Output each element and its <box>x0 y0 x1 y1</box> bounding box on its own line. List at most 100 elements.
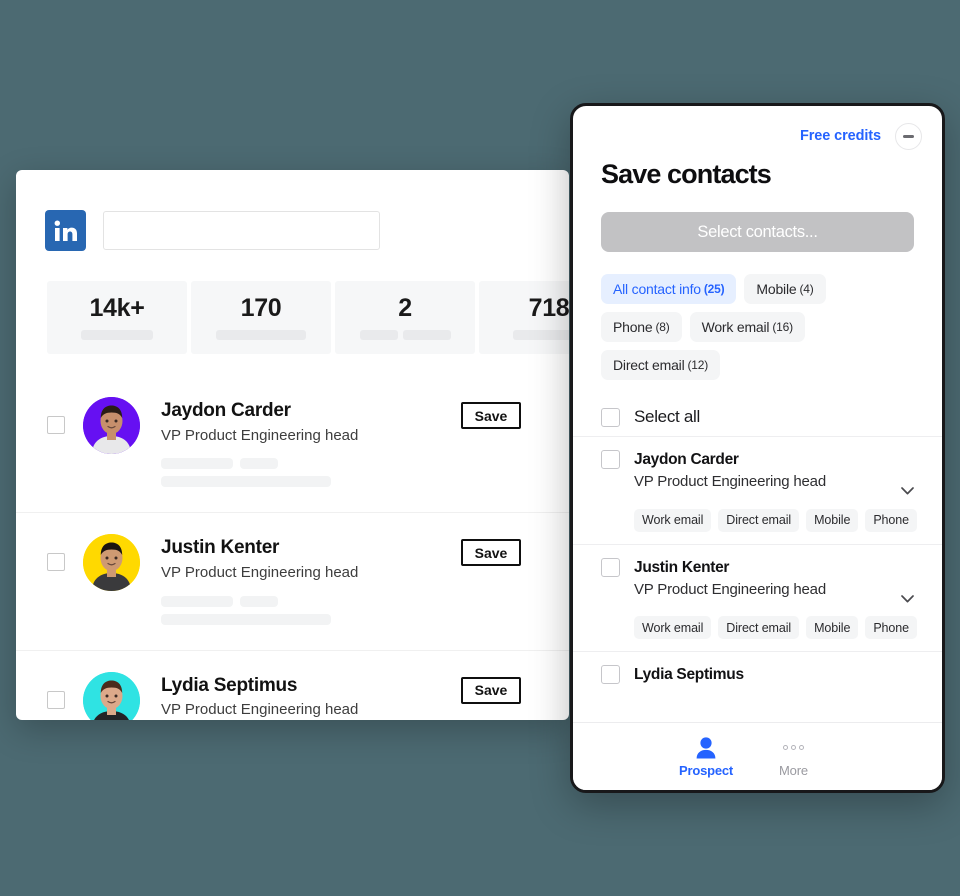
panel-topbar: Free credits <box>573 106 942 152</box>
contact-name: Lydia Septimus <box>634 666 744 684</box>
contact-tag-mobile[interactable]: Mobile <box>806 616 859 640</box>
contact-info: Jaydon Carder VP Product Engineering head <box>634 450 920 492</box>
chevron-down-icon[interactable] <box>901 594 914 603</box>
select-all-row[interactable]: Select all <box>573 380 942 432</box>
nav-item-label: Prospect <box>679 762 734 778</box>
contact-tag-mobile[interactable]: Mobile <box>806 508 859 532</box>
select-all-checkbox[interactable] <box>601 407 620 427</box>
linkedin-header <box>16 170 569 251</box>
linkedin-row-checkbox[interactable] <box>47 553 65 572</box>
filter-chip-direct-email[interactable]: Direct email (12) <box>601 350 721 380</box>
nav-item-prospect[interactable]: Prospect <box>679 736 733 778</box>
stat-card: 718 <box>479 281 569 354</box>
bottom-nav: Prospect More <box>573 722 942 790</box>
ellipsis-icon <box>782 736 804 760</box>
linkedin-person-placeholder <box>161 595 538 625</box>
filter-chip-label: Mobile <box>756 281 797 297</box>
contact-checkbox[interactable] <box>601 665 620 685</box>
linkedin-stats-row: 14k+ 170 2 718 <box>16 251 569 354</box>
save-button[interactable]: Save <box>461 539 521 567</box>
stat-value: 718 <box>528 293 569 322</box>
avatar <box>83 534 140 592</box>
stat-value: 2 <box>398 293 412 322</box>
contact-row[interactable]: Jaydon Carder VP Product Engineering head… <box>573 436 942 544</box>
filter-chip-group: All contact info (25) Mobile (4) Phone (8) Wor… <box>573 252 942 380</box>
stat-card: 14k+ <box>47 281 187 354</box>
stat-placeholder-bars <box>359 329 451 340</box>
chevron-down-icon[interactable] <box>901 487 914 495</box>
placeholder-bar <box>402 329 451 340</box>
save-contacts-panel: Free credits Save contacts Select contac… <box>570 103 945 793</box>
minimize-button[interactable] <box>895 122 922 150</box>
contact-tag-direct-email[interactable]: Direct email <box>718 616 800 640</box>
contact-name: Justin Kenter <box>634 558 730 576</box>
nav-item-label: More <box>779 762 808 778</box>
linkedin-logo-icon <box>45 210 86 251</box>
save-button[interactable]: Save <box>461 402 521 429</box>
stat-placeholder-bars <box>81 329 153 340</box>
placeholder-bar <box>513 329 569 340</box>
contact-title: VP Product Engineering head <box>634 580 826 598</box>
contact-title: VP Product Engineering head <box>634 473 826 491</box>
avatar <box>83 397 140 454</box>
placeholder-bar <box>216 329 306 340</box>
filter-chip-count: (8) <box>655 320 670 334</box>
filter-chip-label: Direct email <box>613 357 685 373</box>
contact-row[interactable]: Justin Kenter VP Product Engineering head… <box>573 543 942 652</box>
contact-tag-work-email[interactable]: Work email <box>634 508 712 532</box>
select-contacts-button[interactable]: Select contacts... <box>601 212 914 252</box>
placeholder-bar <box>161 458 233 470</box>
stat-value: 14k+ <box>89 293 145 322</box>
stat-value: 170 <box>240 293 282 322</box>
filter-chip-count: (12) <box>687 358 709 372</box>
free-credits-link[interactable]: Free credits <box>800 128 881 144</box>
placeholder-bar <box>161 613 331 625</box>
linkedin-people-list: Jaydon Carder VP Product Engineering head… <box>16 376 569 720</box>
person-icon <box>694 736 718 760</box>
filter-chip-label: Work email <box>701 319 770 335</box>
linkedin-row-checkbox[interactable] <box>47 416 65 434</box>
placeholder-bar <box>359 329 398 340</box>
save-button[interactable]: Save <box>461 676 521 704</box>
contact-row[interactable]: Lydia Septimus <box>573 651 942 697</box>
linkedin-search-input[interactable] <box>103 211 380 250</box>
avatar <box>83 671 140 720</box>
stat-placeholder-bars <box>216 329 306 340</box>
contact-list: Jaydon Carder VP Product Engineering head… <box>573 436 942 722</box>
minimize-icon <box>903 134 914 138</box>
filter-chip-count: (25) <box>703 282 725 296</box>
filter-chip-work-email[interactable]: Work email (16) <box>689 312 805 342</box>
filter-chip-phone[interactable]: Phone (8) <box>601 312 682 342</box>
filter-chip-label: All contact info <box>613 281 701 297</box>
linkedin-person-row[interactable]: Justin Kenter VP Product Engineering head… <box>16 512 569 649</box>
contact-tag-group: Work email Direct email Mobile Phone <box>634 616 920 640</box>
stat-card: 2 <box>335 281 475 354</box>
linkedin-person-row[interactable]: Lydia Septimus VP Product Engineering hea… <box>16 649 569 720</box>
filter-chip-mobile[interactable]: Mobile (4) <box>744 274 826 304</box>
filter-chip-label: Phone <box>613 319 653 335</box>
linkedin-row-checkbox[interactable] <box>47 690 65 709</box>
stat-card: 170 <box>191 281 331 354</box>
contact-checkbox[interactable] <box>601 557 620 577</box>
placeholder-bar <box>161 476 331 488</box>
contact-tag-group: Work email Direct email Mobile Phone <box>634 508 920 532</box>
page-title: Save contacts <box>601 159 772 189</box>
filter-chip-count: (4) <box>799 282 814 296</box>
contact-tag-phone[interactable]: Phone <box>865 616 917 640</box>
contact-checkbox[interactable] <box>601 450 620 469</box>
placeholder-bar <box>240 595 278 607</box>
placeholder-bar <box>240 458 278 470</box>
stat-placeholder-bars <box>513 329 569 340</box>
contact-info: Justin Kenter VP Product Engineering head <box>634 558 920 600</box>
placeholder-bar <box>161 595 233 607</box>
placeholder-bar <box>81 329 153 340</box>
contact-tag-phone[interactable]: Phone <box>865 508 917 532</box>
linkedin-person-row[interactable]: Jaydon Carder VP Product Engineering head… <box>16 376 569 512</box>
contact-tag-direct-email[interactable]: Direct email <box>718 508 800 532</box>
filter-chip-count: (16) <box>772 320 793 334</box>
select-all-label: Select all <box>634 407 700 426</box>
nav-item-more[interactable]: More <box>779 736 808 778</box>
contact-name: Jaydon Carder <box>634 451 739 468</box>
contact-tag-work-email[interactable]: Work email <box>634 616 712 640</box>
filter-chip-all-contact-info[interactable]: All contact info (25) <box>601 274 737 304</box>
